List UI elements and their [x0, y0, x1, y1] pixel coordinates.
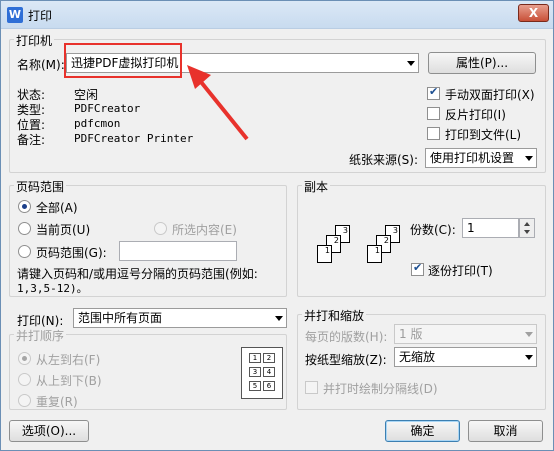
cancel-button[interactable]: 取消: [468, 420, 543, 442]
order-tb-label: 从上到下(B): [36, 374, 102, 388]
status-value: 空闲: [74, 88, 99, 102]
page-range-input[interactable]: [119, 241, 237, 261]
window-title: 打印: [28, 9, 53, 23]
order-preview-cell: 3: [249, 367, 261, 377]
copies-spinner[interactable]: [519, 218, 535, 238]
copies-count-label: 份数(C):: [410, 223, 456, 237]
page-icon: 1: [367, 245, 382, 263]
chevron-down-icon: [407, 61, 415, 66]
page-range-selection-radio[interactable]: [154, 222, 167, 235]
page-range-all-radio[interactable]: [18, 200, 31, 213]
divider-checkbox[interactable]: [305, 381, 318, 394]
printer-group-title: 打印机: [14, 32, 55, 49]
page-icon: 1: [317, 245, 332, 263]
page-range-all-label: 全部(A): [36, 201, 78, 215]
chevron-down-icon: [525, 332, 533, 337]
copies-group-title: 副本: [302, 178, 331, 195]
order-group-title: 并打顺序: [14, 327, 67, 344]
page-range-current-radio[interactable]: [18, 222, 31, 235]
wps-writer-icon: W: [7, 7, 23, 23]
pages-per-sheet-value: 1 版: [399, 327, 423, 341]
copies-count-input[interactable]: 1: [462, 218, 519, 238]
print-dialog: W 打印 X 打印机 名称(M): 迅捷PDF虚拟打印机 属性(P)... 状态…: [0, 0, 554, 451]
ok-button[interactable]: 确定: [385, 420, 460, 442]
paper-source-select[interactable]: 使用打印机设置: [425, 148, 537, 168]
comment-label: 备注:: [17, 133, 46, 147]
chevron-down-icon: [525, 355, 533, 360]
scale-value: 无缩放: [399, 350, 436, 364]
paper-source-value: 使用打印机设置: [430, 151, 515, 165]
close-button[interactable]: X: [518, 4, 549, 22]
properties-button[interactable]: 属性(P)...: [428, 52, 536, 74]
order-lr-radio[interactable]: [18, 352, 31, 365]
highlight-box: [64, 43, 182, 78]
comment-value: PDFCreator Printer: [74, 132, 194, 145]
copies-count-value: 1: [467, 221, 475, 235]
print-what-select[interactable]: 范围中所有页面: [73, 308, 287, 328]
reverse-print-checkbox[interactable]: [427, 107, 440, 120]
manual-duplex-checkbox[interactable]: [427, 85, 440, 100]
order-preview-cell: 2: [263, 353, 275, 363]
order-preview-icon: 1 2 3 4 5 6: [241, 347, 283, 399]
scale-label: 按纸型缩放(Z):: [305, 353, 387, 367]
zoom-group-title: 并打和缩放: [302, 307, 367, 324]
order-preview-cell: 1: [249, 353, 261, 363]
print-what-value: 范围中所有页面: [78, 311, 163, 325]
order-repeat-radio[interactable]: [18, 394, 31, 407]
printer-name-label: 名称(M):: [17, 58, 65, 72]
paper-source-label: 纸张来源(S):: [349, 153, 419, 167]
collate-label: 逐份打印(T): [428, 264, 493, 278]
chevron-down-icon: [275, 316, 283, 321]
page-range-pages-radio[interactable]: [18, 245, 31, 258]
print-to-file-label: 打印到文件(L): [445, 128, 522, 142]
scale-select[interactable]: 无缩放: [394, 347, 537, 367]
page-range-group-title: 页码范围: [14, 178, 67, 195]
order-preview-cell: 5: [249, 381, 261, 391]
divider-label: 并打时绘制分隔线(D): [323, 382, 438, 396]
options-button[interactable]: 选项(O)...: [9, 420, 89, 442]
type-value: PDFCreator: [74, 102, 141, 115]
pages-per-sheet-label: 每页的版数(H):: [305, 330, 388, 344]
title-bar: W 打印 X: [1, 1, 553, 29]
page-range-pages-label: 页码范围(G):: [36, 246, 107, 260]
where-value: pdfcmon: [74, 117, 121, 130]
page-range-current-label: 当前页(U): [36, 223, 91, 237]
order-repeat-label: 重复(R): [36, 395, 78, 409]
order-preview-cell: 6: [263, 381, 275, 391]
chevron-down-icon: [525, 156, 533, 161]
order-preview-cell: 4: [263, 367, 275, 377]
print-to-file-checkbox[interactable]: [427, 127, 440, 140]
order-lr-label: 从左到右(F): [36, 353, 101, 367]
collate-checkbox[interactable]: [411, 261, 424, 276]
page-range-selection-label: 所选内容(E): [172, 223, 237, 237]
reverse-print-label: 反片打印(I): [445, 108, 506, 122]
page-range-hint-example: 1,3,5-12)。: [17, 282, 88, 295]
manual-duplex-label: 手动双面打印(X): [445, 88, 535, 102]
order-tb-radio[interactable]: [18, 373, 31, 386]
pages-per-sheet-select[interactable]: 1 版: [394, 324, 537, 344]
